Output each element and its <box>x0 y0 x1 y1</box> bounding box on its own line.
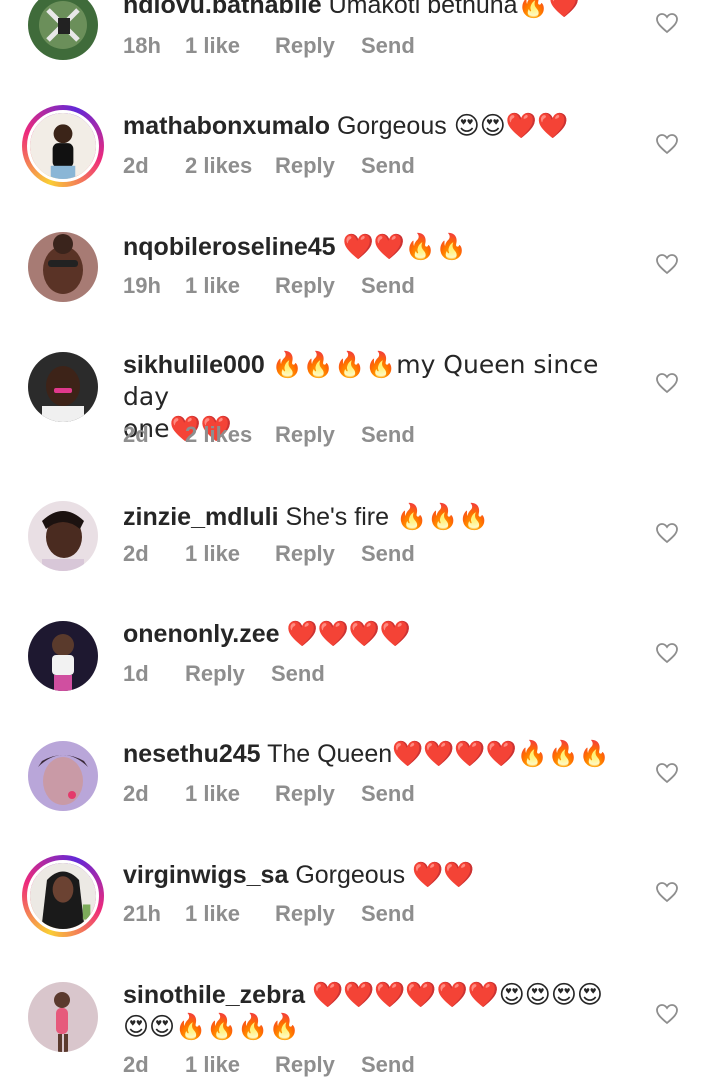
comment-body: She's fire <box>285 503 389 531</box>
heart-outline-icon[interactable] <box>655 642 679 664</box>
comment-meta: 2d 1 like Reply Send <box>123 781 415 807</box>
comment-username[interactable]: nqobileroseline45 <box>123 233 336 261</box>
heart-outline-icon[interactable] <box>655 762 679 784</box>
comment-meta: 21h 1 like Reply Send <box>123 901 415 927</box>
comment-body: Umakoti bethuna <box>328 0 518 19</box>
comment-likes[interactable]: 1 like <box>185 781 275 807</box>
comment-text: nqobileroseline45 ❤️❤️🔥🔥 <box>123 231 643 263</box>
comment-time: 18h <box>123 33 161 58</box>
comment-likes[interactable]: 1 like <box>185 541 275 567</box>
comment-body: Gorgeous <box>295 861 406 889</box>
reply-button[interactable]: Reply <box>275 153 361 179</box>
comment-time: 2d <box>123 1052 149 1077</box>
comment-text: mathabonxumalo Gorgeous 😍😍❤️❤️ <box>123 110 643 142</box>
comment-text: onenonly.zee ❤️❤️❤️❤️ <box>123 618 643 650</box>
comment-emoji: 🔥🔥🔥 <box>395 502 490 531</box>
comment-time: 2d <box>123 541 149 566</box>
comment-emoji: ❤️❤️🔥🔥 <box>342 232 468 261</box>
reply-button[interactable]: Reply <box>275 33 361 59</box>
comment-text: nesethu245 The Queen❤️❤️❤️❤️🔥🔥🔥 <box>123 738 643 770</box>
comment-meta: 1d Reply Send <box>123 661 325 687</box>
comment-emoji: ❤️❤️ <box>412 860 475 889</box>
comment-meta: 2d 1 like Reply Send <box>123 541 415 567</box>
comment-username[interactable]: sikhulile000 <box>123 351 265 379</box>
comment-time: 2d <box>123 422 149 447</box>
heart-outline-icon[interactable] <box>655 881 679 903</box>
comment-likes[interactable]: 2 likes <box>185 422 275 448</box>
send-button[interactable]: Send <box>361 273 415 299</box>
comment-emoji: 😍😍❤️❤️ <box>453 111 569 140</box>
comment-meta: 18h 1 like Reply Send <box>123 33 415 59</box>
reply-button[interactable]: Reply <box>275 422 361 448</box>
comment-emoji: ❤️❤️❤️❤️ <box>286 619 411 648</box>
comment-text: sinothile_zebra ❤️❤️❤️❤️❤️❤️😍😍😍😍 😍😍🔥🔥🔥🔥 <box>123 979 643 1043</box>
comment-time: 2d <box>123 781 149 806</box>
heart-outline-icon[interactable] <box>655 253 679 275</box>
comment-text: virginwigs_sa Gorgeous ❤️❤️ <box>123 859 643 891</box>
avatar[interactable] <box>28 501 98 571</box>
comment-meta: 2d 1 like Reply Send <box>123 1052 415 1078</box>
comment-username[interactable]: virginwigs_sa <box>123 861 288 889</box>
send-button[interactable]: Send <box>361 1052 415 1078</box>
comment-body: Gorgeous <box>336 112 447 140</box>
avatar[interactable] <box>28 0 98 60</box>
comment-emoji-line2: 😍😍🔥🔥🔥🔥 <box>123 1012 300 1041</box>
reply-button[interactable]: Reply <box>185 661 271 687</box>
reply-button[interactable]: Reply <box>275 1052 361 1078</box>
comment-username[interactable]: nesethu245 <box>123 740 261 768</box>
avatar[interactable] <box>28 741 98 811</box>
reply-button[interactable]: Reply <box>275 901 361 927</box>
reply-button[interactable]: Reply <box>275 781 361 807</box>
comment-likes[interactable]: 2 likes <box>185 153 275 179</box>
send-button[interactable]: Send <box>271 661 325 687</box>
send-button[interactable]: Send <box>361 153 415 179</box>
heart-outline-icon[interactable] <box>655 1003 679 1025</box>
send-button[interactable]: Send <box>361 422 415 448</box>
avatar[interactable] <box>28 982 98 1052</box>
send-button[interactable]: Send <box>361 33 415 59</box>
comment-emoji: ❤️❤️❤️❤️❤️❤️😍😍😍😍 <box>311 980 603 1009</box>
comment-emoji: ❤️❤️❤️❤️🔥🔥🔥 <box>392 739 611 768</box>
comment-time: 19h <box>123 273 161 298</box>
send-button[interactable]: Send <box>361 901 415 927</box>
avatar[interactable] <box>28 232 98 302</box>
comment-text: zinzie_mdluli She's fire 🔥🔥🔥 <box>123 501 643 533</box>
comment-username[interactable]: mathabonxumalo <box>123 112 330 140</box>
send-button[interactable]: Send <box>361 541 415 567</box>
comment-likes[interactable]: 1 like <box>185 1052 275 1078</box>
send-button[interactable]: Send <box>361 781 415 807</box>
comment-username[interactable]: ndlovu.bathabile <box>123 0 322 19</box>
comment-meta: 2d 2 likes Reply Send <box>123 153 415 179</box>
reply-button[interactable]: Reply <box>275 273 361 299</box>
heart-outline-icon[interactable] <box>655 522 679 544</box>
reply-button[interactable]: Reply <box>275 541 361 567</box>
comment-likes[interactable]: 1 like <box>185 33 275 59</box>
comment-meta: 19h 1 like Reply Send <box>123 273 415 299</box>
comment-likes[interactable]: 1 like <box>185 901 275 927</box>
comment-meta: 2d 2 likes Reply Send <box>123 422 415 448</box>
avatar[interactable] <box>28 352 98 422</box>
comment-username[interactable]: sinothile_zebra <box>123 981 305 1009</box>
avatar[interactable] <box>28 621 98 691</box>
comment-time: 1d <box>123 661 149 686</box>
comment-emoji: 🔥❤️ <box>517 0 580 19</box>
heart-outline-icon[interactable] <box>655 372 679 394</box>
comment-time: 21h <box>123 901 161 926</box>
comment-body: The Queen <box>267 740 393 768</box>
avatar[interactable] <box>22 855 104 937</box>
comment-username[interactable]: onenonly.zee <box>123 620 280 648</box>
comment-time: 2d <box>123 153 149 178</box>
heart-outline-icon[interactable] <box>655 12 679 34</box>
comment-likes[interactable]: 1 like <box>185 273 275 299</box>
avatar[interactable] <box>22 105 104 187</box>
comment-text: ndlovu.bathabile Umakoti bethuna🔥❤️ <box>123 0 643 21</box>
comment-username[interactable]: zinzie_mdluli <box>123 503 279 531</box>
heart-outline-icon[interactable] <box>655 133 679 155</box>
